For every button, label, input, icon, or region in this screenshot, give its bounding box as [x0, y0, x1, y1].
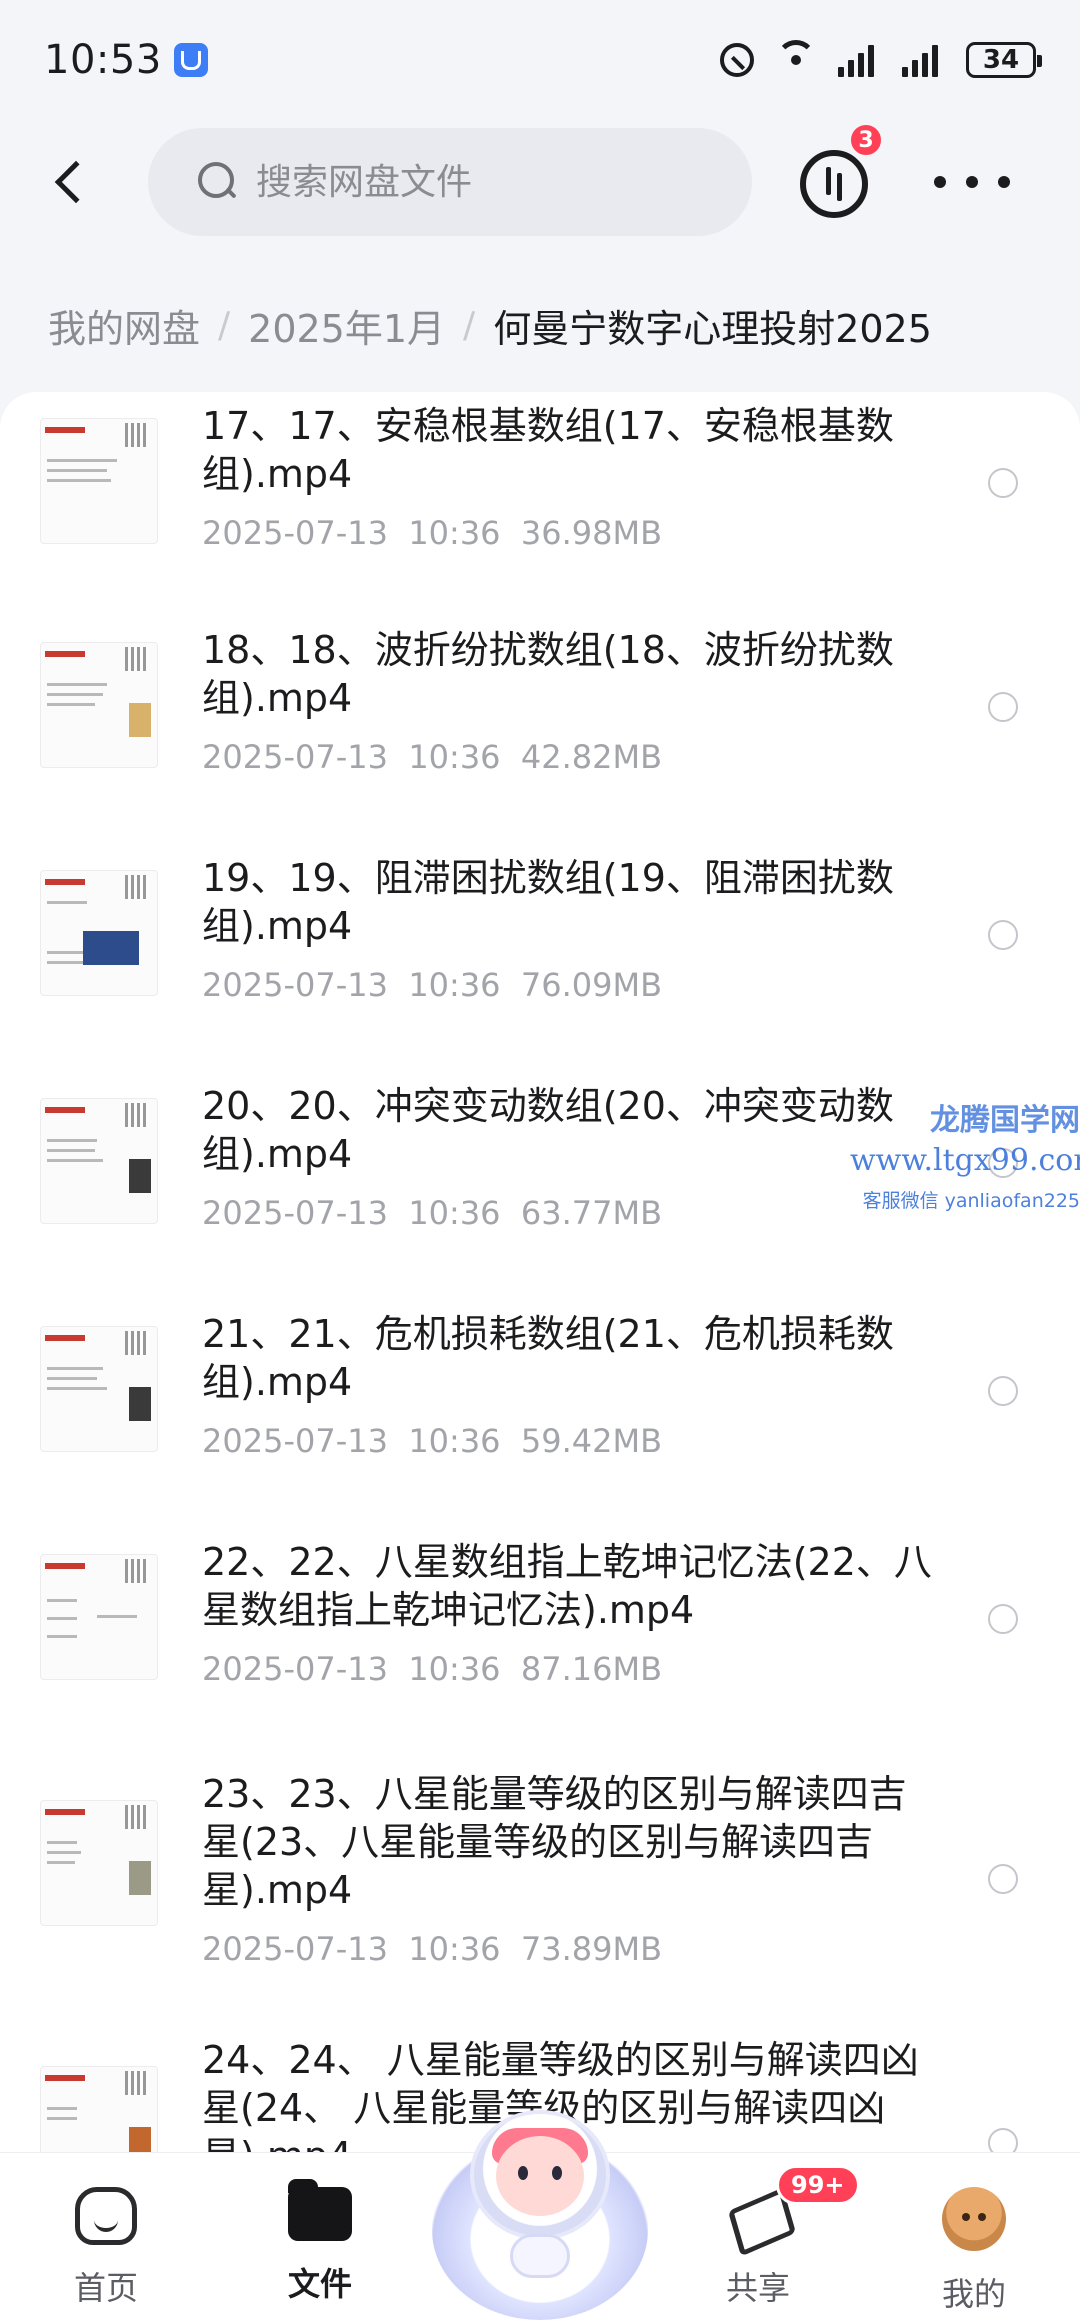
transfer-arrow-icon: [826, 167, 831, 195]
more-options-button[interactable]: [934, 170, 1010, 194]
nav-item-files[interactable]: 文件: [250, 2179, 390, 2305]
nav-label: 文件: [287, 2265, 352, 2303]
status-icons: 34: [720, 40, 1042, 80]
breadcrumb-current: 何曼宁数字心理投射2025: [493, 306, 932, 351]
file-meta: 2025-07-13 10:36 87.16MB: [202, 1650, 663, 1688]
nav-label: 我的: [941, 2275, 1006, 2313]
video-thumbnail: [40, 870, 158, 996]
nav-item-share[interactable]: 共享: [688, 2187, 828, 2309]
breadcrumb: 我的网盘 / 2025年1月 / 何曼宁数字心理投射2025: [48, 290, 932, 360]
back-button[interactable]: [30, 142, 110, 222]
breadcrumb-item-my-drive[interactable]: 我的网盘: [48, 298, 200, 353]
transfer-list-button[interactable]: [800, 150, 868, 218]
video-thumbnail: [40, 1326, 158, 1452]
video-thumbnail: [40, 1554, 158, 1680]
select-radio[interactable]: [988, 1864, 1018, 1894]
mascot-icon: [496, 2136, 584, 2216]
share-badge: 99+: [776, 2165, 860, 2205]
select-radio[interactable]: [988, 468, 1018, 498]
status-bar: 10:53 34: [0, 0, 1080, 120]
video-thumbnail: [40, 1800, 158, 1926]
file-list: 17、17、安稳根基数组(17、安稳根基数组).mp4 2025-07-13 1…: [0, 392, 1080, 2152]
nav-item-home[interactable]: 首页: [36, 2187, 176, 2309]
file-name: 21、21、危机损耗数组(21、危机损耗数组).mp4: [202, 1312, 894, 1404]
signal-icon-sim1: [838, 43, 880, 77]
chevron-left-icon: [54, 160, 98, 204]
breadcrumb-separator: /: [218, 304, 231, 346]
app-notification-icon: [173, 43, 208, 77]
alarm-icon: [720, 43, 754, 77]
select-radio[interactable]: [988, 2128, 1018, 2152]
nav-label: 首页: [73, 2269, 138, 2307]
select-radio[interactable]: [988, 1376, 1018, 1406]
breadcrumb-item-folder[interactable]: 2025年1月: [248, 298, 445, 353]
avatar: [942, 2187, 1006, 2251]
video-thumbnail: [40, 2066, 158, 2152]
file-name: 20、20、冲突变动数组(20、冲突变动数组).mp4: [202, 1084, 894, 1176]
folder-icon: [288, 2179, 352, 2241]
video-thumbnail: [40, 642, 158, 768]
file-name: 19、19、阻滞困扰数组(19、阻滞困扰数组).mp4: [202, 856, 894, 948]
signal-icon-sim2: [902, 43, 944, 77]
battery-icon: 34: [966, 42, 1042, 78]
home-icon: [75, 2187, 137, 2245]
file-meta: 2025-07-13 10:36 36.98MB: [202, 514, 663, 552]
file-row[interactable]: 17、17、安稳根基数组(17、安稳根基数组).mp4 2025-07-13 1…: [0, 392, 1080, 612]
file-row[interactable]: 20、20、冲突变动数组(20、冲突变动数组).mp4 2025-07-13 1…: [0, 1076, 1080, 1296]
file-row[interactable]: 21、21、危机损耗数组(21、危机损耗数组).mp4 2025-07-13 1…: [0, 1304, 1080, 1524]
file-meta: 2025-07-13 10:36 42.82MB: [202, 738, 663, 776]
select-radio[interactable]: [988, 692, 1018, 722]
status-time: 10:53: [44, 37, 162, 83]
file-name: 18、18、波折纷扰数组(18、波折纷扰数组).mp4: [202, 628, 894, 720]
breadcrumb-separator: /: [463, 304, 476, 346]
wifi-icon: [776, 40, 816, 80]
file-row[interactable]: 23、23、八星能量等级的区别与解读四吉星(23、八星能量等级的区别与解读四吉星…: [0, 1760, 1080, 2028]
file-meta: 2025-07-13 10:36 73.89MB: [202, 1930, 663, 1968]
search-box[interactable]: [148, 128, 752, 236]
video-thumbnail: [40, 418, 158, 544]
nav-item-mine[interactable]: 我的: [904, 2187, 1044, 2315]
search-icon: [198, 162, 238, 202]
file-row[interactable]: 22、22、八星数组指上乾坤记忆法(22、八星数组指上乾坤记忆法).mp4 20…: [0, 1532, 1080, 1752]
select-radio[interactable]: [988, 1604, 1018, 1634]
file-meta: 2025-07-13 10:36 59.42MB: [202, 1422, 663, 1460]
top-bar: 3: [0, 120, 1080, 244]
file-row[interactable]: 19、19、阻滞困扰数组(19、阻滞困扰数组).mp4 2025-07-13 1…: [0, 848, 1080, 1068]
video-thumbnail: [40, 1098, 158, 1224]
file-name: 23、23、八星能量等级的区别与解读四吉星(23、八星能量等级的区别与解读四吉星…: [202, 1772, 907, 1912]
search-input[interactable]: [256, 161, 736, 203]
file-meta: 2025-07-13 10:36 76.09MB: [202, 966, 663, 1004]
file-row[interactable]: 18、18、波折纷扰数组(18、波折纷扰数组).mp4 2025-07-13 1…: [0, 620, 1080, 840]
transfer-badge: 3: [848, 122, 884, 158]
ai-assistant-mascot-button[interactable]: [432, 2110, 648, 2320]
select-radio[interactable]: [988, 1148, 1018, 1178]
select-radio[interactable]: [988, 920, 1018, 950]
nav-label: 共享: [725, 2269, 790, 2307]
file-meta: 2025-07-13 10:36 63.77MB: [202, 1194, 663, 1232]
file-name: 17、17、安稳根基数组(17、安稳根基数组).mp4: [202, 404, 894, 496]
file-name: 22、22、八星数组指上乾坤记忆法(22、八星数组指上乾坤记忆法).mp4: [202, 1540, 932, 1632]
battery-level: 34: [982, 45, 1020, 75]
